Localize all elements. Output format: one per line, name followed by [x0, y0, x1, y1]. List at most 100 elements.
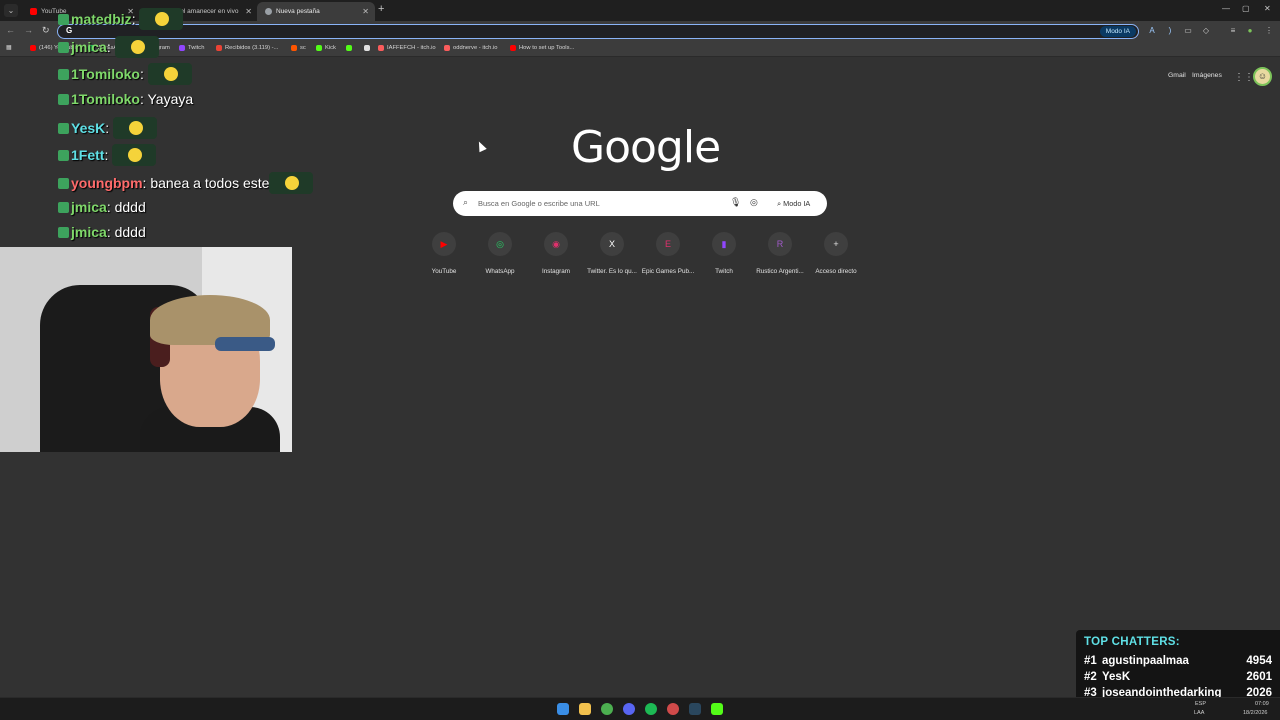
- bookmark-itch-2[interactable]: oddnerve - itch.io: [444, 45, 497, 51]
- google-apps-icon[interactable]: ⋮⋮: [1234, 72, 1254, 83]
- chat-message: YesK:: [58, 117, 158, 139]
- shortcut-label: WhatsApp: [485, 268, 515, 275]
- spotify-icon[interactable]: [645, 703, 657, 715]
- emote-image: [139, 8, 184, 30]
- bookmark-tools[interactable]: How to set up Tools...: [510, 45, 574, 51]
- language-indicator[interactable]: ESP: [1195, 701, 1206, 707]
- file-explorer-icon[interactable]: [579, 703, 591, 715]
- shortcut-tile[interactable]: X Twitter. Es lo qu...: [582, 232, 642, 275]
- lens-icon[interactable]: ◎: [750, 197, 758, 208]
- shortcut-icon: ▮: [712, 232, 736, 256]
- toolbar: ← → ↻ G Modo IA A ) ▭ ◇ ≡ ● ⋮: [0, 21, 1280, 41]
- chatter-row: #2 YesK 2601: [1084, 671, 1272, 683]
- bookmark-twitch[interactable]: Twitch: [179, 45, 204, 51]
- shortcut-icon: ◉: [544, 232, 568, 256]
- chat-username: jmica: [71, 199, 107, 215]
- discord-icon[interactable]: [623, 703, 635, 715]
- read-aloud-icon[interactable]: ): [1165, 26, 1175, 36]
- badge-icon: [58, 150, 69, 161]
- chatter-row: #1 agustinpaalmaa 4954: [1084, 655, 1272, 667]
- translate-icon[interactable]: A: [1147, 26, 1157, 36]
- chat-message: 1Fett:: [58, 144, 157, 166]
- tab-search-button[interactable]: ⌄: [4, 4, 18, 17]
- shortcut-tile[interactable]: ▶ YouTube: [414, 232, 474, 275]
- badge-icon: [58, 123, 69, 134]
- bookmark-kick[interactable]: Kick: [316, 45, 336, 51]
- microphone-icon[interactable]: 🎙: [730, 197, 741, 208]
- chat-message: jmica:: [58, 36, 159, 58]
- chat-text: Yayaya: [147, 91, 194, 107]
- webcam-feed: [0, 247, 292, 452]
- chrome-icon: [265, 8, 272, 15]
- new-tab-button[interactable]: +: [378, 3, 384, 15]
- chat-text: dddd: [114, 199, 146, 215]
- taskbar: ESP LAA 07:09 18/2/2026: [0, 697, 1280, 720]
- chat-text: dddd: [114, 224, 146, 240]
- search-placeholder: Busca en Google o escribe una URL: [478, 199, 600, 208]
- app-icon[interactable]: [667, 703, 679, 715]
- badge-icon: [58, 14, 69, 25]
- bookmark-itch-1[interactable]: IAFFEFCH - itch.io: [378, 45, 436, 51]
- forward-button[interactable]: →: [24, 25, 33, 35]
- shortcut-tile[interactable]: ▮ Twitch: [694, 232, 754, 275]
- profile-icon[interactable]: ●: [1245, 26, 1255, 36]
- reload-button[interactable]: ↻: [42, 25, 50, 36]
- chrome-icon[interactable]: [601, 703, 613, 715]
- back-button[interactable]: ←: [6, 25, 15, 35]
- minimize-button[interactable]: —: [1222, 4, 1230, 13]
- shortcut-tile[interactable]: E Epic Games Pub...: [638, 232, 698, 275]
- chat-username: 1Tomiloko: [71, 66, 140, 82]
- badge-icon: [58, 178, 69, 189]
- ai-mode-button[interactable]: Modo IA: [1099, 26, 1136, 37]
- shortcut-tile[interactable]: R Rustico Argenti...: [750, 232, 810, 275]
- shortcut-tile[interactable]: + Acceso directo: [806, 232, 866, 275]
- chat-username: YesK: [71, 120, 106, 136]
- badge-icon: [58, 202, 69, 213]
- chat-username: matedbiz: [71, 11, 132, 27]
- chat-username: youngbpm: [71, 175, 143, 191]
- account-avatar[interactable]: ☺: [1253, 67, 1272, 86]
- apps-icon[interactable]: ▦: [6, 45, 11, 51]
- close-icon[interactable]: ✕: [245, 7, 252, 16]
- clock-date[interactable]: 18/2/2026: [1243, 710, 1267, 716]
- extensions-icon[interactable]: ◇: [1201, 26, 1211, 36]
- tab-strip: ⌄ YouTube ✕ antes del amanecer en vivo ✕…: [0, 0, 1280, 21]
- window-close-button[interactable]: ✕: [1264, 4, 1271, 13]
- chat-username: jmica: [71, 39, 107, 55]
- shortcut-label: Epic Games Pub...: [641, 268, 695, 275]
- close-icon[interactable]: ✕: [362, 7, 369, 16]
- steam-icon[interactable]: [689, 703, 701, 715]
- shortcut-icon: R: [768, 232, 792, 256]
- maximize-button[interactable]: ▢: [1242, 4, 1250, 13]
- bookmark-gmail[interactable]: Recibidos (3.119) -...: [216, 45, 278, 51]
- menu-icon[interactable]: ⋮: [1264, 26, 1274, 36]
- bookmark-kick-2[interactable]: [346, 45, 355, 51]
- cast-icon[interactable]: ▭: [1183, 26, 1193, 36]
- tab-new-tab[interactable]: Nueva pestaña ✕: [257, 2, 375, 21]
- bookmarks-bar: ▦ (146) YouTube WhatsApp Instagram Twitc…: [0, 41, 1280, 57]
- search-icon: ⌕: [463, 197, 469, 207]
- clock-time[interactable]: 07:09: [1255, 701, 1269, 707]
- windows-start-icon[interactable]: [557, 703, 569, 715]
- keyboard-layout[interactable]: LAA: [1194, 710, 1204, 716]
- address-bar[interactable]: G Modo IA: [57, 24, 1139, 39]
- images-link[interactable]: Imágenes: [1192, 72, 1222, 79]
- search-box[interactable]: ⌕ Busca en Google o escribe una URL 🎙 ◎ …: [453, 191, 827, 216]
- shortcut-icon: ◎: [488, 232, 512, 256]
- emote-image: [113, 117, 158, 139]
- tab-label: Nueva pestaña: [276, 8, 320, 15]
- downloads-icon[interactable]: ≡: [1228, 26, 1238, 36]
- shortcut-tile[interactable]: ◉ Instagram: [526, 232, 586, 275]
- gmail-link[interactable]: Gmail: [1168, 72, 1186, 79]
- bookmark-sc[interactable]: sc: [291, 45, 306, 51]
- chat-username: 1Fett: [71, 147, 105, 163]
- ai-mode-button[interactable]: ⌕ Modo IA: [771, 195, 816, 212]
- shortcut-tile[interactable]: ◎ WhatsApp: [470, 232, 530, 275]
- badge-icon: [58, 227, 69, 238]
- bookmark-unknown[interactable]: [364, 45, 373, 51]
- chat-message: youngbpm: banea a todos este: [58, 172, 314, 194]
- kick-icon[interactable]: [711, 703, 723, 715]
- shortcut-label: Instagram: [542, 268, 570, 275]
- shortcut-icon: +: [824, 232, 848, 256]
- emote-image: [147, 63, 192, 85]
